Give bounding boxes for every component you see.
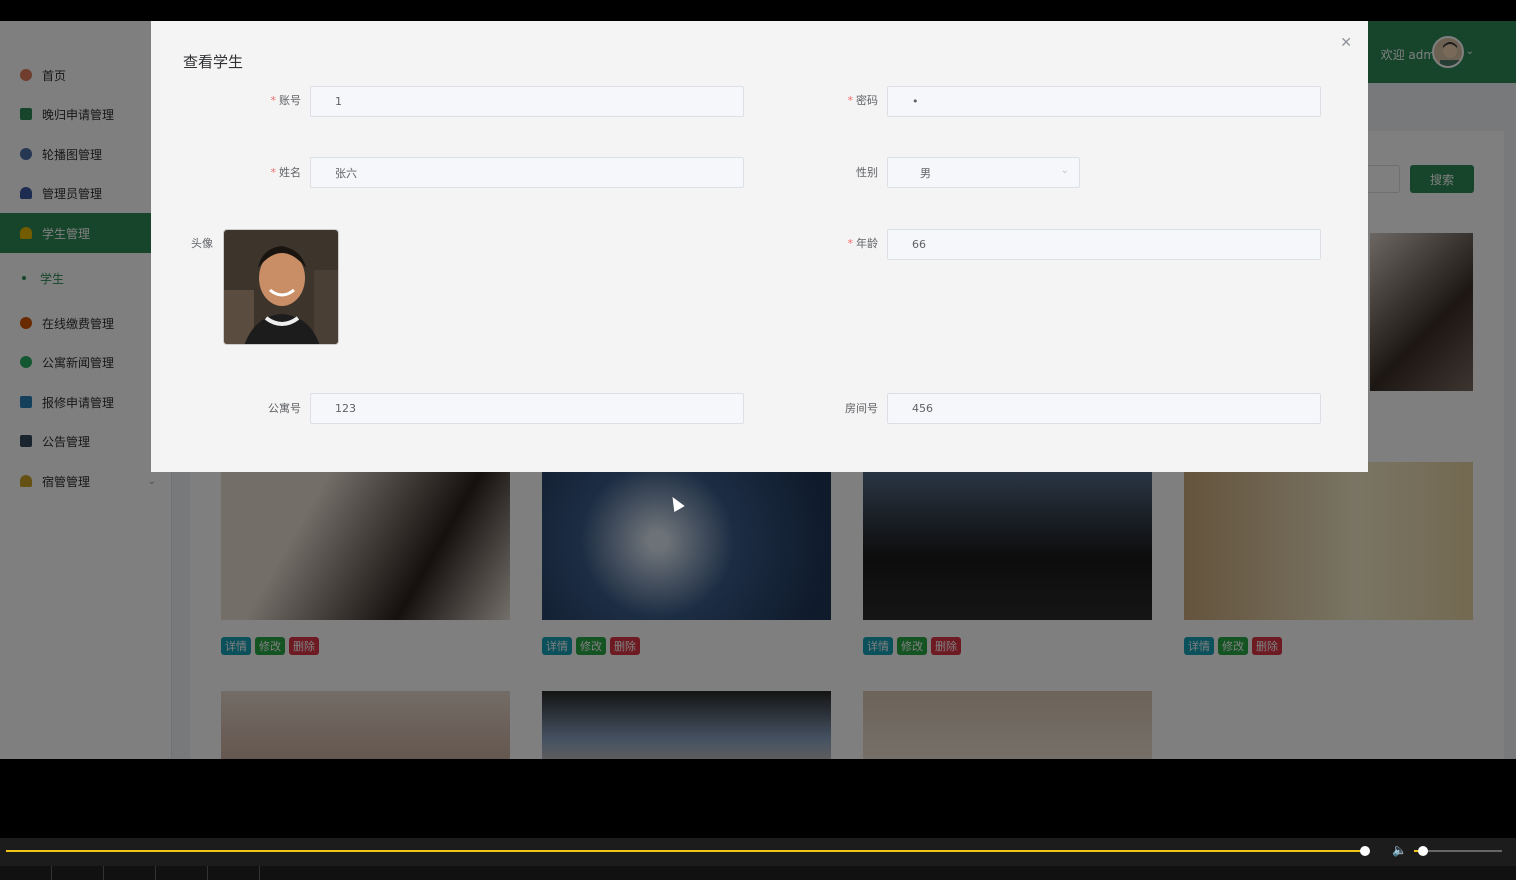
view-student-dialog: 查看学生 ✕ * 账号 1 * 密码 • * 姓名 张六 性别 男 ⌄ 头像 * 年龄 6…	[151, 21, 1368, 472]
toolbar-slot[interactable]	[156, 866, 208, 880]
gender-select[interactable]: 男 ⌄	[887, 157, 1080, 188]
progress-handle[interactable]	[1360, 846, 1370, 856]
name-label: * 姓名	[270, 166, 302, 179]
account-field[interactable]: 1	[310, 86, 744, 117]
progress-bar[interactable]	[6, 850, 1364, 852]
apartment-field[interactable]: 123	[310, 393, 744, 424]
apartment-label: 公寓号	[268, 402, 301, 415]
name-field[interactable]: 张六	[310, 157, 744, 188]
room-field[interactable]: 456	[887, 393, 1321, 424]
age-label: * 年龄	[847, 237, 879, 250]
volume-icon[interactable]: 🔈	[1392, 843, 1407, 857]
volume-handle[interactable]	[1418, 846, 1428, 856]
gender-label: 性别	[856, 166, 878, 179]
account-label: * 账号	[270, 94, 302, 107]
student-avatar-image	[223, 229, 339, 345]
toolbar-slot[interactable]	[52, 866, 104, 880]
chevron-down-icon: ⌄	[1060, 165, 1069, 176]
toolbar-slot[interactable]	[208, 866, 260, 880]
room-label: 房间号	[845, 402, 878, 415]
toolbar-slot[interactable]	[0, 866, 52, 880]
password-field[interactable]: •	[887, 86, 1321, 117]
avatar-label: 头像	[191, 237, 213, 250]
toolbar-strip	[0, 866, 1516, 880]
video-player-controls: 🔈	[0, 838, 1516, 880]
toolbar-slot[interactable]	[104, 866, 156, 880]
password-label: * 密码	[847, 94, 879, 107]
gender-value: 男	[920, 166, 931, 180]
close-icon[interactable]: ✕	[1340, 35, 1352, 51]
age-field[interactable]: 66	[887, 229, 1321, 260]
dialog-title: 查看学生	[183, 53, 244, 71]
